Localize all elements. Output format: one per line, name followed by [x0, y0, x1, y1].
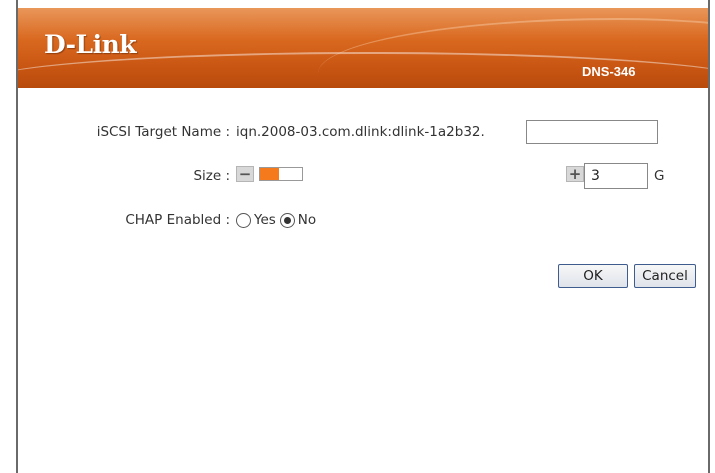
size-increase-button[interactable]: + — [566, 166, 584, 182]
chap-enabled-label: CHAP Enabled : — [125, 212, 230, 228]
chap-no-radio[interactable] — [279, 212, 295, 228]
target-name-input[interactable] — [526, 120, 658, 144]
target-name-label: iSCSI Target Name : — [96, 124, 230, 140]
target-name-prefix: iqn.2008-03.com.dlink:dlink-1a2b32. — [236, 124, 485, 140]
ok-button[interactable]: OK — [558, 264, 628, 288]
minus-icon: − — [238, 164, 252, 183]
size-label: Size : — [193, 168, 230, 184]
model-name: DNS-346 — [582, 64, 636, 79]
plus-icon: + — [568, 164, 582, 183]
size-slider[interactable] — [259, 167, 303, 181]
dialog-frame: D-Link DNS-346 — [16, 0, 710, 473]
header-swoosh-decoration — [318, 18, 708, 88]
size-unit-label: G — [654, 168, 665, 184]
chap-radio-group: Yes No — [236, 212, 320, 228]
dlink-logo: D-Link — [44, 30, 137, 59]
chap-yes-radio[interactable] — [236, 212, 251, 228]
chap-yes-label[interactable]: Yes — [254, 212, 276, 228]
size-slider-fill — [260, 168, 279, 180]
header-banner: D-Link DNS-346 — [18, 8, 708, 88]
size-decrease-button[interactable]: − — [236, 166, 254, 182]
chap-no-label[interactable]: No — [298, 212, 316, 228]
size-input[interactable] — [584, 163, 648, 189]
cancel-button[interactable]: Cancel — [634, 264, 696, 288]
